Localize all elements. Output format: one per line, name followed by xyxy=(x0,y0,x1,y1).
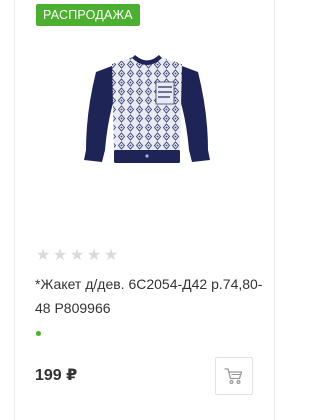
product-image[interactable] xyxy=(72,42,222,182)
in-stock-indicator xyxy=(36,331,41,336)
sale-badge: РАСПРОДАЖА xyxy=(36,4,140,26)
star-icon[interactable]: ★ xyxy=(86,248,102,264)
card-border-left xyxy=(14,0,15,420)
star-icon[interactable]: ★ xyxy=(35,248,51,264)
jacket-chest-print xyxy=(155,81,175,105)
rating-stars[interactable]: ★ ★ ★ ★ ★ xyxy=(35,248,119,264)
star-icon[interactable]: ★ xyxy=(69,248,85,264)
star-icon[interactable]: ★ xyxy=(103,248,119,264)
star-icon[interactable]: ★ xyxy=(52,248,68,264)
jacket-button xyxy=(145,154,149,158)
product-card: РАСПРОДАЖА ★ ★ ★ ★ ★ *Жакет д/дев. 6С2054-Д4… xyxy=(0,0,289,420)
add-to-cart-button[interactable] xyxy=(215,357,253,395)
cart-icon xyxy=(224,368,243,385)
card-border-right xyxy=(274,0,275,420)
product-price: 199 ₽ xyxy=(35,367,78,384)
product-name-link[interactable]: *Жакет д/дев. 6С2054-Д42 р.74,80-48 Р809… xyxy=(35,272,267,320)
